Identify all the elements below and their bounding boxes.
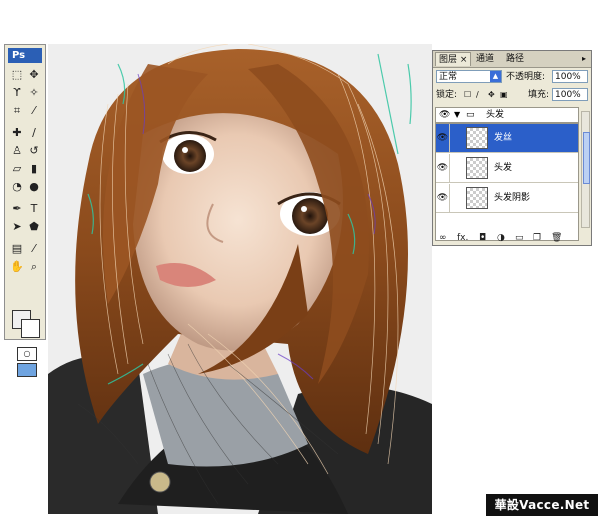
opacity-label: 不透明度:: [506, 72, 546, 82]
shape-icon[interactable]: ⬟: [26, 219, 42, 235]
layer-name: 头发阴影: [494, 193, 531, 203]
blend-mode-select[interactable]: 正常 ▲: [436, 70, 502, 83]
layer-row[interactable]: 👁 头发: [436, 154, 578, 183]
lock-label: 锁定:: [436, 90, 458, 100]
layer-thumbnail: [466, 127, 488, 149]
blend-row: 正常 ▲ 不透明度: 100%: [436, 69, 588, 85]
new-layer-icon[interactable]: ❐: [533, 231, 541, 245]
marquee-icon[interactable]: ⬚: [9, 67, 25, 83]
eye-icon[interactable]: 👁: [439, 108, 450, 122]
document-canvas[interactable]: [48, 44, 432, 514]
fill-field[interactable]: 100%: [552, 88, 588, 101]
lock-row: 锁定: ☐ ∕ ✥ ▣ 填充: 100%: [436, 87, 588, 103]
eraser-icon[interactable]: ▱: [9, 161, 25, 177]
layers-panel: 图层 × 通道 路径 ▸ 正常 ▲ 不透明度: 100% 锁定: ☐ ∕ ✥ ▣ …: [432, 50, 592, 246]
tab-paths[interactable]: 路径: [503, 52, 527, 66]
lock-transparent-icon[interactable]: ☐: [464, 87, 471, 103]
group-name: 头发: [486, 110, 505, 120]
lock-move-icon[interactable]: ✥: [488, 87, 495, 103]
tools-palette: Ps ⬚ ✥ ϒ ✧ ⌗ ⁄ ✚ ∕ ♙ ↺ ▱ ▮ ◔ ● ✒ T ➤ ⬟ ▤…: [4, 44, 46, 377]
chevron-down-icon: ▲: [490, 71, 501, 82]
layer-name: 发丝: [494, 133, 513, 143]
dodge-icon[interactable]: ●: [26, 179, 42, 195]
mask-icon[interactable]: ◘: [479, 231, 486, 245]
tab-layers[interactable]: 图层 ×: [435, 52, 472, 66]
eye-icon[interactable]: 👁: [436, 154, 450, 183]
panel-menu-icon[interactable]: ▸: [579, 52, 589, 66]
pen-icon[interactable]: ✒: [9, 201, 25, 217]
panel-tabbar: 图层 × 通道 路径 ▸: [433, 51, 591, 68]
layer-thumbnail: [466, 157, 488, 179]
watermark: 華設Vacce.Net: [486, 494, 598, 516]
quick-mask-icon[interactable]: ○: [17, 347, 37, 361]
group-toggle-icon[interactable]: ▼: [454, 108, 460, 122]
photoshop-logo: Ps: [8, 48, 42, 63]
layer-row[interactable]: 👁 头发阴影: [436, 184, 578, 213]
opacity-field[interactable]: 100%: [552, 70, 588, 83]
hand-icon[interactable]: ✋: [9, 259, 25, 275]
lock-paint-icon[interactable]: ∕: [476, 87, 479, 103]
background-color-swatch[interactable]: [21, 319, 40, 338]
portrait-artwork: [48, 44, 432, 514]
clone-stamp-icon[interactable]: ♙: [9, 143, 25, 159]
folder-icon[interactable]: ▭: [515, 231, 524, 245]
layer-name: 头发: [494, 163, 513, 173]
layers-list: 👁 发丝 👁 头发 👁 头发阴影: [435, 123, 579, 241]
layers-bottom-toolbar: ∞ fx. ◘ ◑ ▭ ❐ 🗑: [433, 231, 591, 245]
trash-icon[interactable]: 🗑: [551, 231, 562, 245]
link-icon[interactable]: ∞: [439, 231, 447, 245]
notes-icon[interactable]: ▤: [9, 241, 25, 257]
type-icon[interactable]: T: [26, 201, 42, 217]
path-select-icon[interactable]: ➤: [9, 219, 25, 235]
close-icon[interactable]: ×: [460, 55, 468, 65]
eyedropper-icon[interactable]: ⁄: [26, 241, 42, 257]
history-brush-icon[interactable]: ↺: [26, 143, 42, 159]
fill-label: 填充:: [528, 90, 550, 100]
slice-icon[interactable]: ⁄: [26, 103, 42, 119]
layer-row[interactable]: 👁 发丝: [436, 124, 578, 153]
lasso-icon[interactable]: ϒ: [9, 85, 25, 101]
tab-channels[interactable]: 通道: [473, 52, 497, 66]
lock-all-icon[interactable]: ▣: [500, 87, 508, 103]
fx-icon[interactable]: fx.: [457, 231, 468, 245]
layers-scrollbar[interactable]: [581, 111, 590, 228]
eye-icon[interactable]: 👁: [436, 184, 450, 213]
screen-mode-icon[interactable]: [17, 363, 37, 377]
blur-icon[interactable]: ◔: [9, 179, 25, 195]
scrollbar-thumb[interactable]: [583, 132, 590, 184]
layer-thumbnail: [466, 187, 488, 209]
brush-icon[interactable]: ∕: [26, 125, 42, 141]
adjustment-icon[interactable]: ◑: [497, 231, 505, 245]
eye-icon[interactable]: 👁: [436, 124, 450, 153]
zoom-icon[interactable]: ⌕: [26, 259, 42, 275]
move-icon[interactable]: ✥: [26, 67, 42, 83]
folder-icon: ▭: [466, 110, 475, 120]
gradient-icon[interactable]: ▮: [26, 161, 42, 177]
layer-group-row[interactable]: 👁 ▼ ▭ 头发: [435, 107, 579, 123]
healing-brush-icon[interactable]: ✚: [9, 125, 25, 141]
magic-wand-icon[interactable]: ✧: [26, 85, 42, 101]
crop-icon[interactable]: ⌗: [9, 103, 25, 119]
